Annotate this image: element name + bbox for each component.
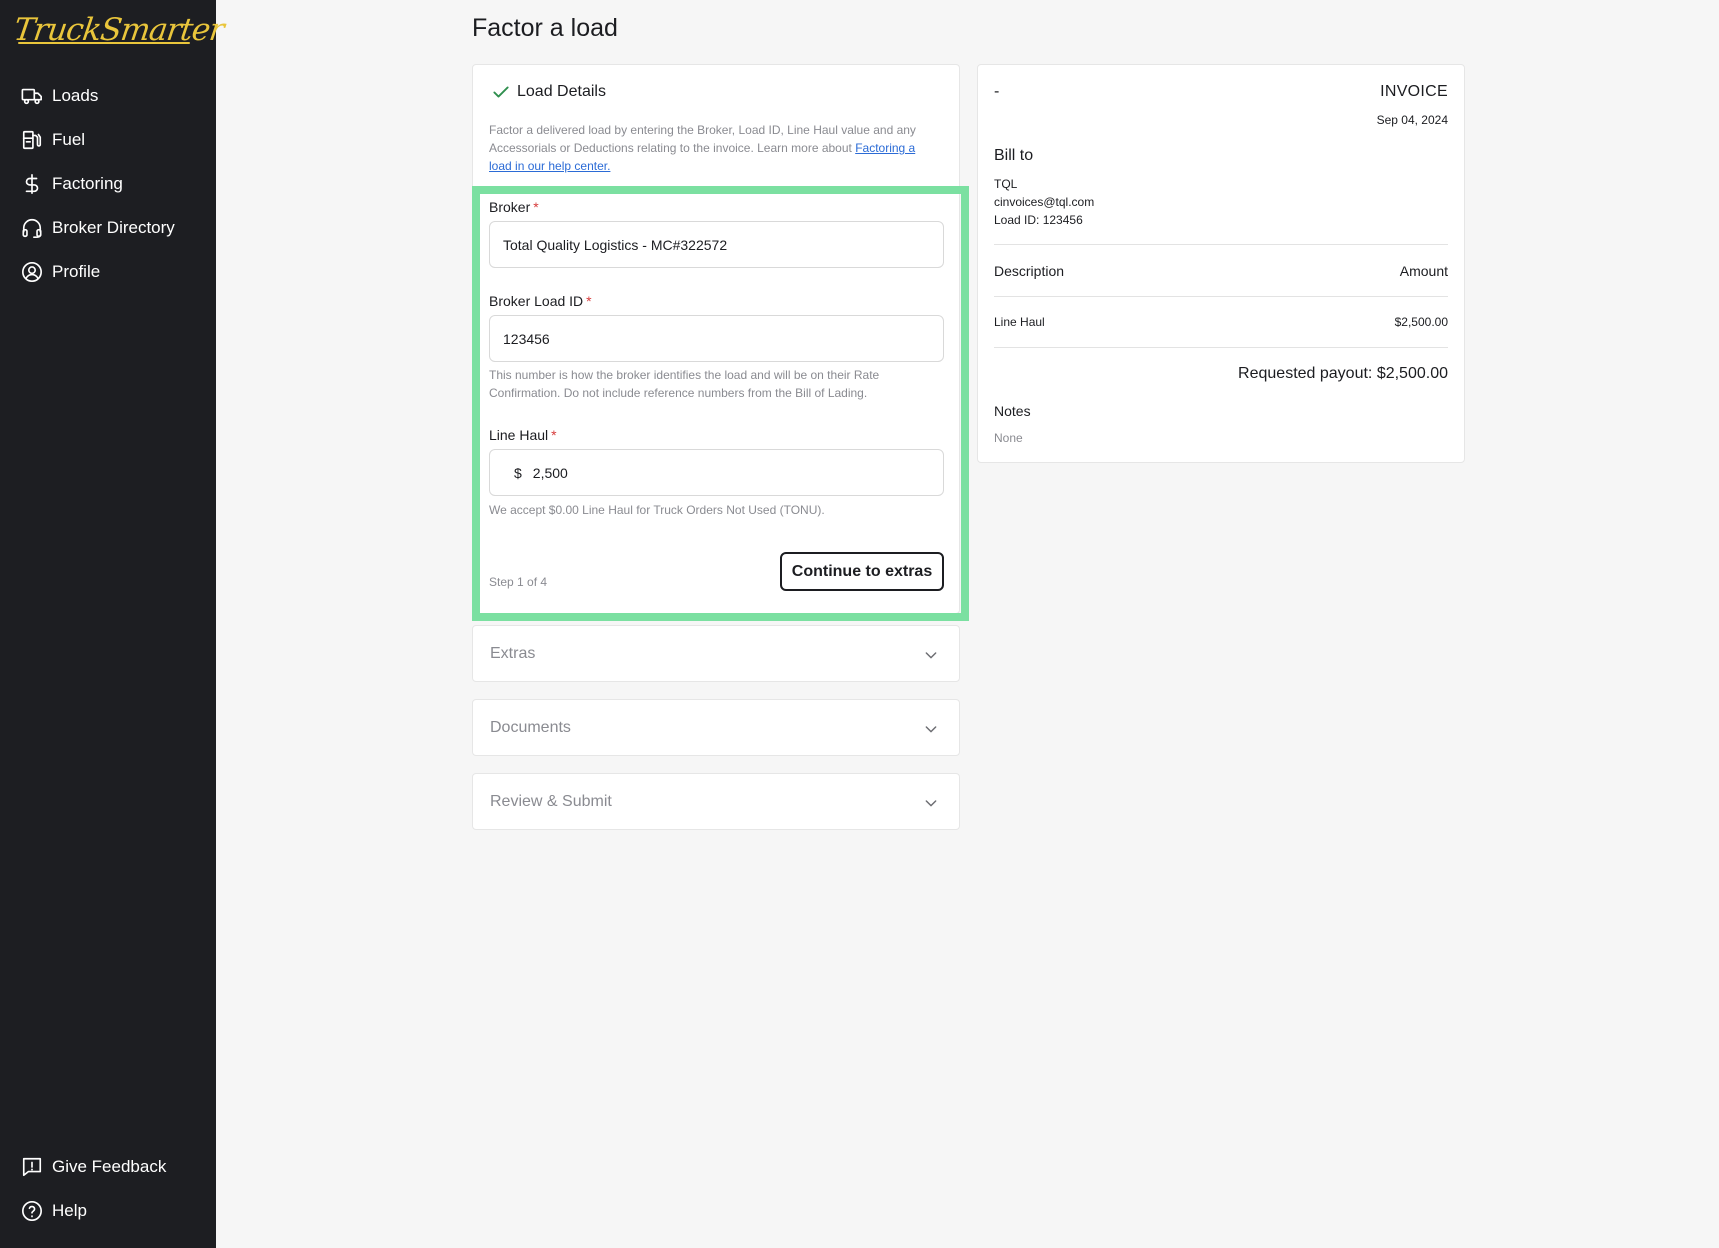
- broker-label-text: Broker: [489, 199, 531, 215]
- checkmark-icon: [493, 86, 509, 98]
- truck-icon: [21, 88, 42, 105]
- accordion-label: Extras: [490, 644, 536, 662]
- sidebar-item-label: Fuel: [52, 130, 86, 149]
- description-text: Factor a delivered load by entering the …: [489, 123, 916, 155]
- sidebar-item-give-feedback[interactable]: Give Feedback: [0, 1145, 216, 1189]
- accordion-label: Documents: [490, 718, 571, 736]
- sidebar-item-fuel[interactable]: Fuel: [0, 118, 216, 162]
- invoice-number: -: [994, 83, 1000, 100]
- accordion-review-submit[interactable]: Review & Submit: [472, 773, 960, 830]
- user-circle-icon: [22, 262, 42, 282]
- accordion-documents[interactable]: Documents: [472, 699, 960, 756]
- bill-to-email: cinvoices@tql.com: [994, 195, 1095, 209]
- line-haul-value: 2,500: [532, 464, 568, 481]
- step-indicator: Step 1 of 4: [489, 575, 548, 589]
- broker-value: Total Quality Logistics - MC#322572: [503, 236, 728, 253]
- sidebar: TruckSmarter Loads Fuel Factoring Broker…: [0, 0, 226, 1248]
- feedback-icon: [22, 1157, 42, 1177]
- line-haul-label-text: Line Haul: [489, 427, 549, 443]
- bill-to-label: Bill to: [994, 147, 1034, 164]
- broker-load-id-input[interactable]: 123456: [489, 315, 944, 362]
- sidebar-item-broker-directory[interactable]: Broker Directory: [0, 206, 216, 250]
- accordion-label: Review & Submit: [490, 792, 612, 810]
- line-haul-label: Line Haul *: [489, 427, 557, 443]
- broker-load-id-value: 123456: [503, 330, 550, 347]
- sidebar-item-factoring[interactable]: Factoring: [0, 162, 216, 206]
- accordion-extras[interactable]: Extras: [472, 625, 960, 682]
- headset-icon: [22, 219, 42, 238]
- broker-load-id-help: This number is how the broker identifies…: [489, 368, 880, 400]
- sidebar-item-label: Factoring: [52, 174, 123, 193]
- fuel-pump-icon: [22, 130, 42, 150]
- load-details-title: Load Details: [517, 83, 606, 100]
- sidebar-bottom: Give Feedback Help: [0, 1145, 216, 1233]
- line-haul-help: We accept $0.00 Line Haul for Truck Orde…: [489, 503, 825, 517]
- divider: [994, 296, 1448, 297]
- page-title: Factor a load: [472, 14, 618, 42]
- logo-text: TruckSmarter: [11, 12, 226, 48]
- line-item-description: Line Haul: [994, 315, 1045, 329]
- divider: [994, 347, 1448, 348]
- sidebar-item-label: Give Feedback: [52, 1157, 167, 1176]
- invoice-date: Sep 04, 2024: [1376, 113, 1448, 127]
- broker-load-id-label-text: Broker Load ID: [489, 293, 584, 309]
- continue-to-extras-button[interactable]: Continue to extras: [780, 552, 944, 591]
- invoice-preview: - INVOICE Sep 04, 2024 Bill to TQL cinvo…: [977, 64, 1465, 463]
- load-details-header[interactable]: Load Details: [491, 82, 606, 102]
- currency-symbol: $: [514, 464, 522, 481]
- required-marker: *: [586, 293, 592, 309]
- bill-to-name: TQL: [994, 177, 1018, 191]
- sidebar-item-label: Broker Directory: [52, 218, 175, 237]
- divider: [994, 244, 1448, 245]
- chevron-down-icon: [925, 800, 937, 807]
- load-details-description: Factor a delivered load by entering the …: [489, 121, 937, 175]
- sidebar-item-loads[interactable]: Loads: [0, 74, 216, 118]
- required-marker: *: [533, 199, 539, 215]
- sidebar-item-label: Help: [52, 1201, 87, 1220]
- required-marker: *: [551, 427, 557, 443]
- notes-label: Notes: [994, 403, 1031, 419]
- chevron-down-icon: [925, 726, 937, 733]
- sidebar-item-profile[interactable]: Profile: [0, 250, 216, 294]
- description-header: Description: [994, 263, 1065, 279]
- chevron-down-icon: [925, 652, 937, 659]
- broker-input[interactable]: Total Quality Logistics - MC#322572: [489, 221, 944, 268]
- sidebar-nav: Loads Fuel Factoring Broker Directory Pr…: [0, 74, 216, 294]
- notes-value: None: [994, 431, 1023, 445]
- logo-underline: [18, 42, 190, 44]
- amount-header: Amount: [1399, 263, 1448, 279]
- dollar-icon: [25, 174, 39, 194]
- sidebar-item-label: Profile: [52, 262, 101, 281]
- invoice-title: INVOICE: [1380, 83, 1448, 100]
- broker-load-id-label: Broker Load ID *: [489, 293, 592, 309]
- help-circle-icon: [22, 1201, 42, 1221]
- requested-payout: Requested payout: $2,500.00: [1238, 365, 1448, 382]
- trucksmarter-logo[interactable]: TruckSmarter: [11, 10, 226, 50]
- bill-to-load-id: Load ID: 123456: [994, 213, 1083, 227]
- sidebar-item-label: Loads: [52, 86, 99, 105]
- sidebar-item-help[interactable]: Help: [0, 1189, 216, 1233]
- line-haul-input[interactable]: $ 2,500: [489, 449, 944, 496]
- line-item-amount: $2,500.00: [1394, 315, 1448, 329]
- broker-label: Broker *: [489, 199, 539, 215]
